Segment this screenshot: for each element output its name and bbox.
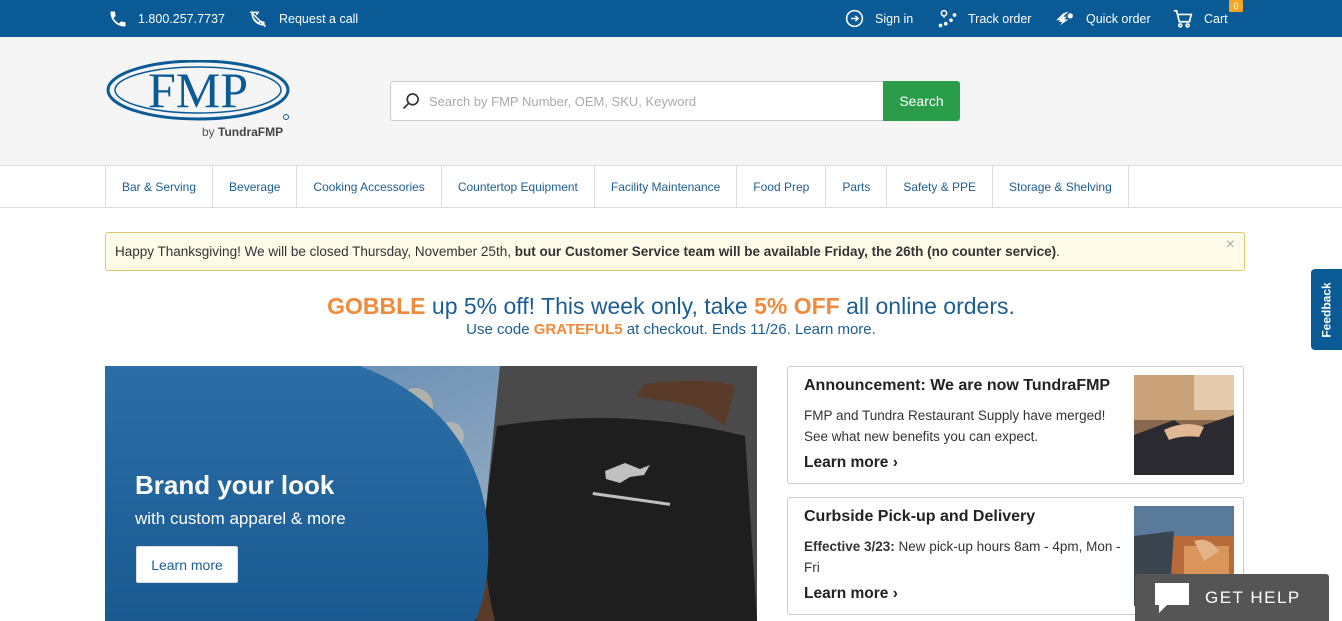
promo-code: GRATEFUL5 [533,321,623,338]
top-bar: 1.800.257.7737 Request a call Sign in Tr… [0,0,1342,37]
close-icon[interactable]: × [1226,236,1235,254]
card-body-bold: Effective 3/23: [804,539,895,554]
hero-banner[interactable]: Brand your look with custom apparel & mo… [105,366,757,621]
request-call-label: Request a call [279,11,359,26]
logo-subtitle: by TundraFMP [202,125,283,139]
search-input[interactable] [429,93,869,109]
feedback-label: Feedback [1319,281,1334,338]
get-help-button[interactable]: GET HELP [1135,574,1329,621]
cart-count-badge: 0 [1229,0,1243,12]
chat-icon [1155,582,1189,613]
nav-item-parts[interactable]: Parts [826,166,888,208]
quick-order-label: Quick order [1086,11,1151,26]
nav-item-beverage[interactable]: Beverage [213,166,298,208]
phone-link[interactable]: 1.800.257.7737 [108,0,225,37]
card-learn-more-link[interactable]: Learn more › [804,454,898,472]
track-order-link[interactable]: Track order [937,0,1031,37]
track-order-label: Track order [968,11,1032,26]
promo-line1-b: all online orders. [839,293,1015,319]
promo-subline: Use code GRATEFUL5 at checkout. Ends 11/… [0,320,1342,340]
alert-text-end: . [1056,244,1060,259]
cart-link[interactable]: Cart [1172,0,1228,37]
alert-text-normal: Happy Thanksgiving! We will be closed Th… [115,244,515,259]
card-title: Curbside Pick-up and Delivery [804,508,1036,525]
header: FMP by TundraFMP Search [0,37,1342,166]
hero-title: Brand your look [135,470,335,500]
quick-order-icon [1056,11,1073,26]
nav-item-countertop-equipment[interactable]: Countertop Equipment [442,166,595,208]
promo-gobble: GOBBLE [327,293,426,319]
hero-subtitle: with custom apparel & more [135,509,346,528]
handshake-image [1134,375,1234,475]
feedback-tab[interactable]: Feedback [1311,269,1342,350]
request-call-icon [249,10,267,27]
promo-five-off: 5% OFF [754,293,840,319]
alert-text-bold: but our Customer Service team will be av… [514,244,1057,259]
get-help-label: GET HELP [1205,587,1301,607]
nav-item-food-prep[interactable]: Food Prep [737,166,827,208]
nav-item-safety-ppe[interactable]: Safety & PPE [887,166,994,208]
hero-learn-more-button[interactable]: Learn more [136,546,238,583]
alert-text: Happy Thanksgiving! We will be closed Th… [115,244,1060,259]
search-button[interactable]: Search [883,81,960,121]
nav-item-cooking-accessories[interactable]: Cooking Accessories [297,166,442,208]
search-box [390,81,883,121]
nav-item-facility-maintenance[interactable]: Facility Maintenance [595,166,738,208]
nav-item-storage-shelving[interactable]: Storage & Shelving [993,166,1129,208]
card-body: FMP and Tundra Restaurant Supply have me… [804,408,1106,444]
promo-line2-a: Use code [466,321,534,338]
nav-item-bar-serving[interactable]: Bar & Serving [106,166,214,208]
card-learn-more-link[interactable]: Learn more › [804,585,898,603]
track-order-icon [938,9,957,28]
phone-number: 1.800.257.7737 [138,11,225,26]
search-bar: Search [390,81,960,121]
cart-label: Cart [1204,11,1228,26]
quick-order-link[interactable]: Quick order [1054,0,1151,37]
card-title: Announcement: We are now TundraFMP [804,377,1111,394]
sign-in-label: Sign in [875,11,914,26]
promo-line1-a: up 5% off! This week only, take [425,293,755,319]
announcement-card[interactable]: Announcement: We are now TundraFMP FMP a… [787,366,1244,484]
request-call-link[interactable]: Request a call [247,0,358,37]
category-nav: Bar & Serving Beverage Cooking Accessori… [0,166,1342,208]
search-icon [402,93,419,110]
sign-in-link[interactable]: Sign in [844,0,913,37]
cart-icon [1173,9,1193,28]
logo-text: FMP [148,62,248,118]
promo-banner[interactable]: GOBBLE up 5% off! This week only, take 5… [0,291,1342,340]
sign-in-icon [845,9,864,28]
card-body: Effective 3/23: New pick-up hours 8am - … [804,536,1124,578]
promo-line2-b: at checkout. Ends 11/26. Learn more. [622,321,876,338]
holiday-alert: Happy Thanksgiving! We will be closed Th… [105,232,1245,271]
logo-sub-by: by [202,125,219,139]
promo-headline: GOBBLE up 5% off! This week only, take 5… [0,291,1342,321]
logo-sub-brand: TundraFMP [218,125,284,139]
phone-icon [110,11,126,26]
